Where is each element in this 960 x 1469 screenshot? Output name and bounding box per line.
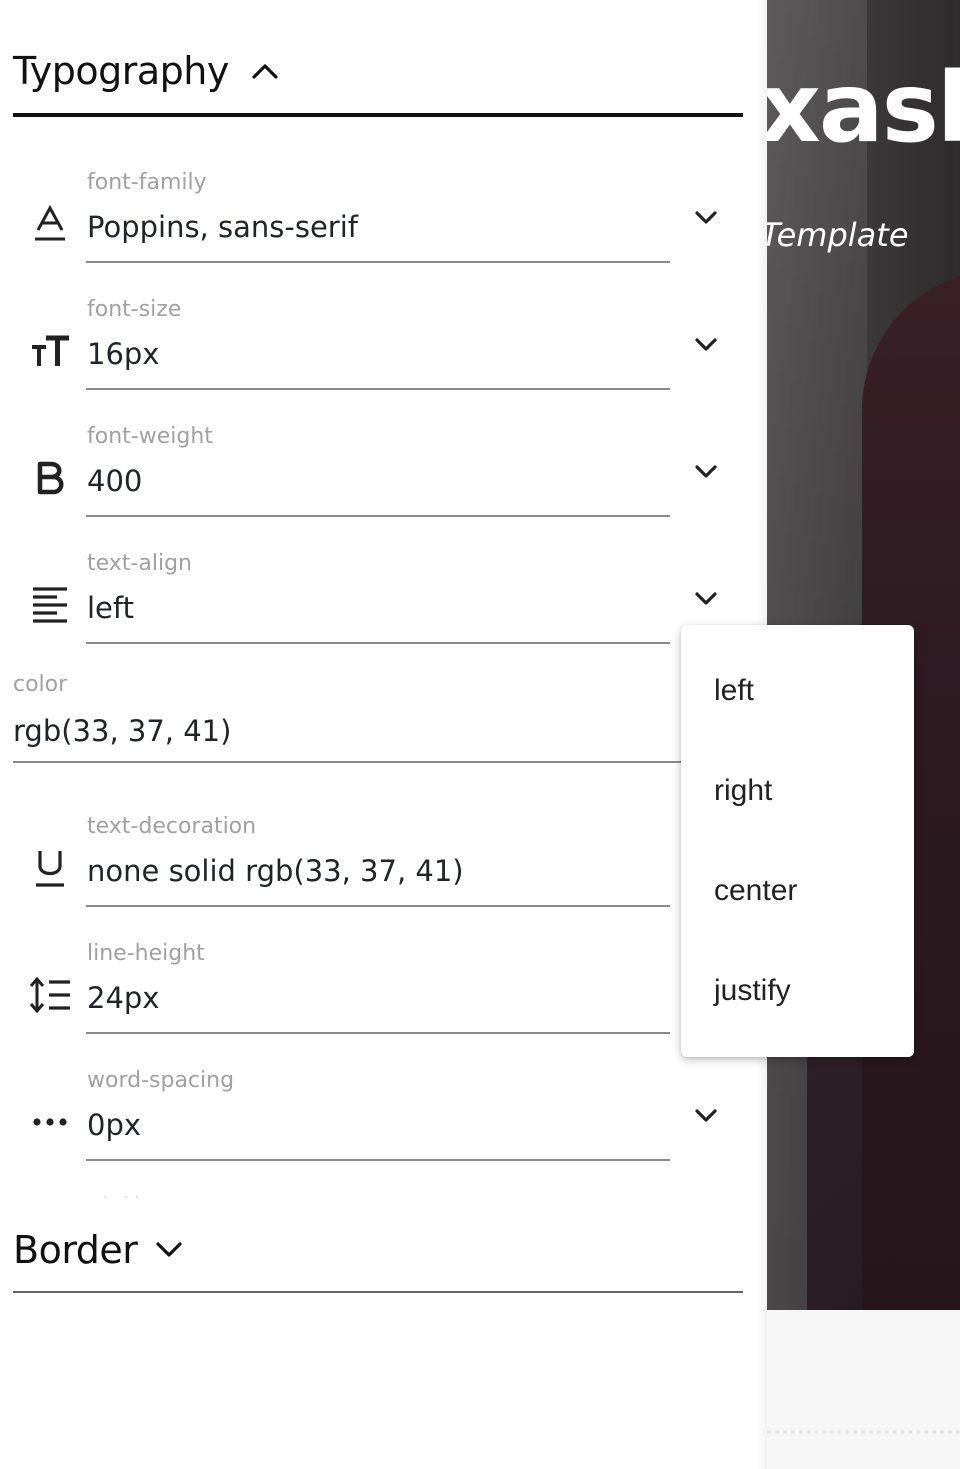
border-divider [13, 1291, 743, 1293]
word-spacing-value[interactable]: 0px [87, 1108, 141, 1142]
border-section-toggle[interactable]: Border [13, 1225, 743, 1275]
font-family-label: font-family [87, 170, 207, 195]
word-spacing-icon [26, 1098, 74, 1146]
text-align-label: text-align [87, 551, 192, 576]
typography-section-toggle[interactable]: Typography [13, 46, 743, 96]
text-decoration-field: text-decoration none solid rgb(33, 37, 4… [0, 814, 740, 941]
color-label: color [13, 672, 68, 697]
menu-option-center[interactable]: center [681, 841, 914, 941]
text-decoration-value[interactable]: none solid rgb(33, 37, 41) [87, 854, 464, 888]
preview-title: xasl [767, 52, 960, 164]
font-family-value[interactable]: Poppins, sans-serif [87, 210, 358, 244]
color-value[interactable]: rgb(33, 37, 41) [13, 714, 231, 748]
style-panel: Typography font-family Poppins, sans-ser… [0, 0, 767, 1469]
menu-option-justify[interactable]: justify [681, 941, 914, 1041]
font-family-dropdown-button[interactable] [690, 202, 722, 234]
text-decoration-label: text-decoration [87, 814, 257, 839]
font-family-icon [26, 200, 74, 248]
preview-divider [767, 1430, 960, 1434]
text-align-dropdown-button[interactable] [690, 583, 722, 615]
menu-option-right[interactable]: right [681, 741, 914, 841]
border-title: Border [13, 1228, 138, 1272]
line-height-field: line-height 24px [0, 941, 740, 1068]
line-height-icon [26, 971, 74, 1019]
align-left-icon [26, 581, 74, 629]
font-family-field: font-family Poppins, sans-serif [0, 170, 740, 297]
typography-title: Typography [13, 49, 229, 93]
font-size-field: font-size 16px [0, 297, 740, 424]
font-size-dropdown-button[interactable] [690, 329, 722, 361]
menu-option-left[interactable]: left [681, 641, 914, 741]
typography-divider [13, 113, 743, 117]
font-size-value[interactable]: 16px [87, 337, 159, 371]
underline-icon [26, 844, 74, 892]
bold-icon [26, 454, 74, 502]
font-weight-label: font-weight [87, 424, 213, 449]
font-size-icon [26, 327, 74, 375]
font-weight-dropdown-button[interactable] [690, 456, 722, 488]
text-align-menu: left right center justify [681, 625, 914, 1057]
preview-subtitle: Template [767, 216, 909, 254]
font-weight-value[interactable]: 400 [87, 464, 142, 498]
chevron-up-icon [251, 57, 279, 85]
text-align-field: text-align left [0, 551, 740, 678]
word-spacing-label: word-spacing [87, 1068, 235, 1093]
scroll-fade-hint: · ·· [103, 1190, 145, 1206]
color-field: color rgb(33, 37, 41) [0, 672, 681, 767]
line-height-label: line-height [87, 941, 205, 966]
font-size-label: font-size [87, 297, 182, 322]
font-weight-field: font-weight 400 [0, 424, 740, 551]
word-spacing-dropdown-button[interactable] [690, 1100, 722, 1132]
word-spacing-field: word-spacing 0px [0, 1068, 740, 1195]
text-align-value[interactable]: left [87, 591, 134, 625]
chevron-down-icon [155, 1236, 183, 1264]
line-height-value[interactable]: 24px [87, 981, 159, 1015]
